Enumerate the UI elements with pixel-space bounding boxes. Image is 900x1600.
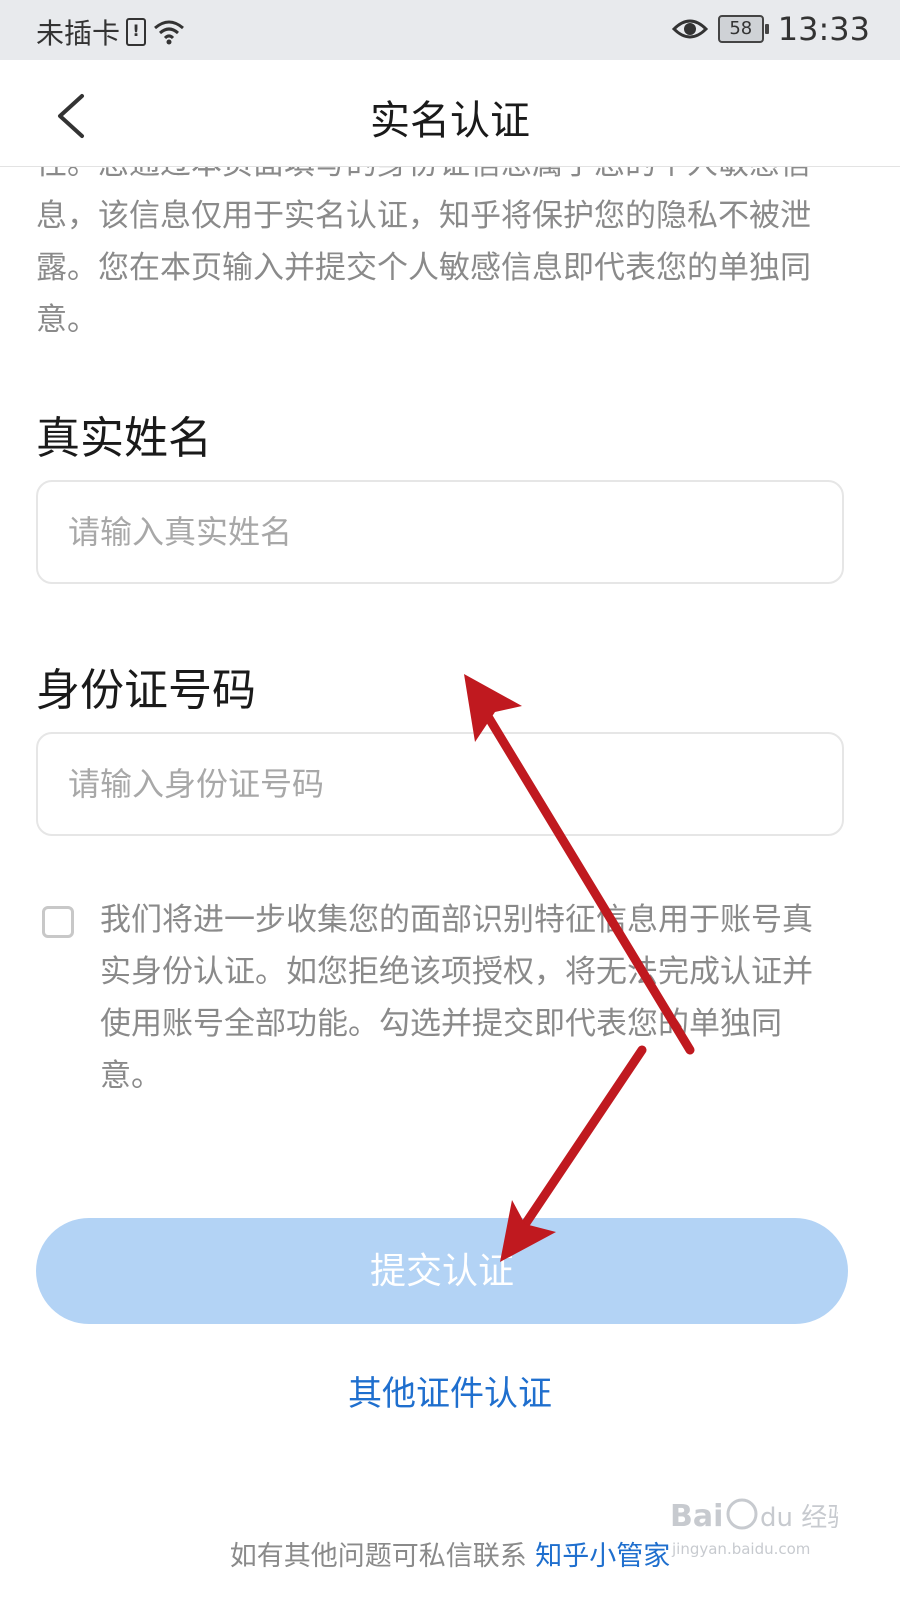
carrier-label: 未插卡 (36, 17, 121, 50)
id-number-label: 身份证号码 (36, 665, 256, 716)
status-right: 58 13:33 (671, 10, 870, 48)
name-label: 真实姓名 (36, 413, 212, 464)
wifi-icon (154, 20, 184, 45)
id-number-input[interactable] (36, 732, 844, 836)
status-bar: 未插卡 ! 58 13:33 (0, 0, 900, 60)
svg-text:du 经验: du 经验 (760, 1503, 838, 1533)
sim-alert-icon: ! (126, 18, 147, 46)
svg-text:Bai: Bai (670, 1499, 723, 1534)
zhihu-assistant-link[interactable]: 知乎小管家 (535, 1541, 670, 1572)
submit-verification-button[interactable]: 提交认证 (36, 1218, 848, 1324)
page-title: 实名认证 (370, 98, 530, 144)
main-content: 性。您通过本页面填写的身份证信息属于您的个人敏感信息，该信息仅用于实名认证，知乎… (0, 166, 900, 1600)
other-id-verification-link[interactable]: 其他证件认证 (0, 1366, 900, 1415)
header-bar: 实名认证 (0, 60, 900, 167)
consent-text: 我们将进一步收集您的面部识别特征信息用于账号真实身份认证。如您拒绝该项授权，将无… (100, 902, 813, 1094)
battery-icon: 58 (717, 15, 769, 43)
baidu-jingyan-watermark: Bai du 经验 jingyan.baidu.com (670, 1498, 838, 1558)
svg-text:jingyan.baidu.com: jingyan.baidu.com (671, 1540, 810, 1558)
footer-text: 如有其他问题可私信联系 (229, 1541, 527, 1572)
status-left: 未插卡 ! (36, 12, 186, 52)
real-name-input[interactable] (36, 480, 844, 584)
privacy-notice: 性。您通过本页面填写的身份证信息属于您的个人敏感信息，该信息仅用于实名认证，知乎… (36, 166, 811, 338)
consent-checkbox[interactable] (42, 906, 74, 938)
battery-level: 58 (729, 18, 753, 39)
clock: 13:33 (777, 10, 870, 48)
eye-icon (671, 19, 708, 39)
